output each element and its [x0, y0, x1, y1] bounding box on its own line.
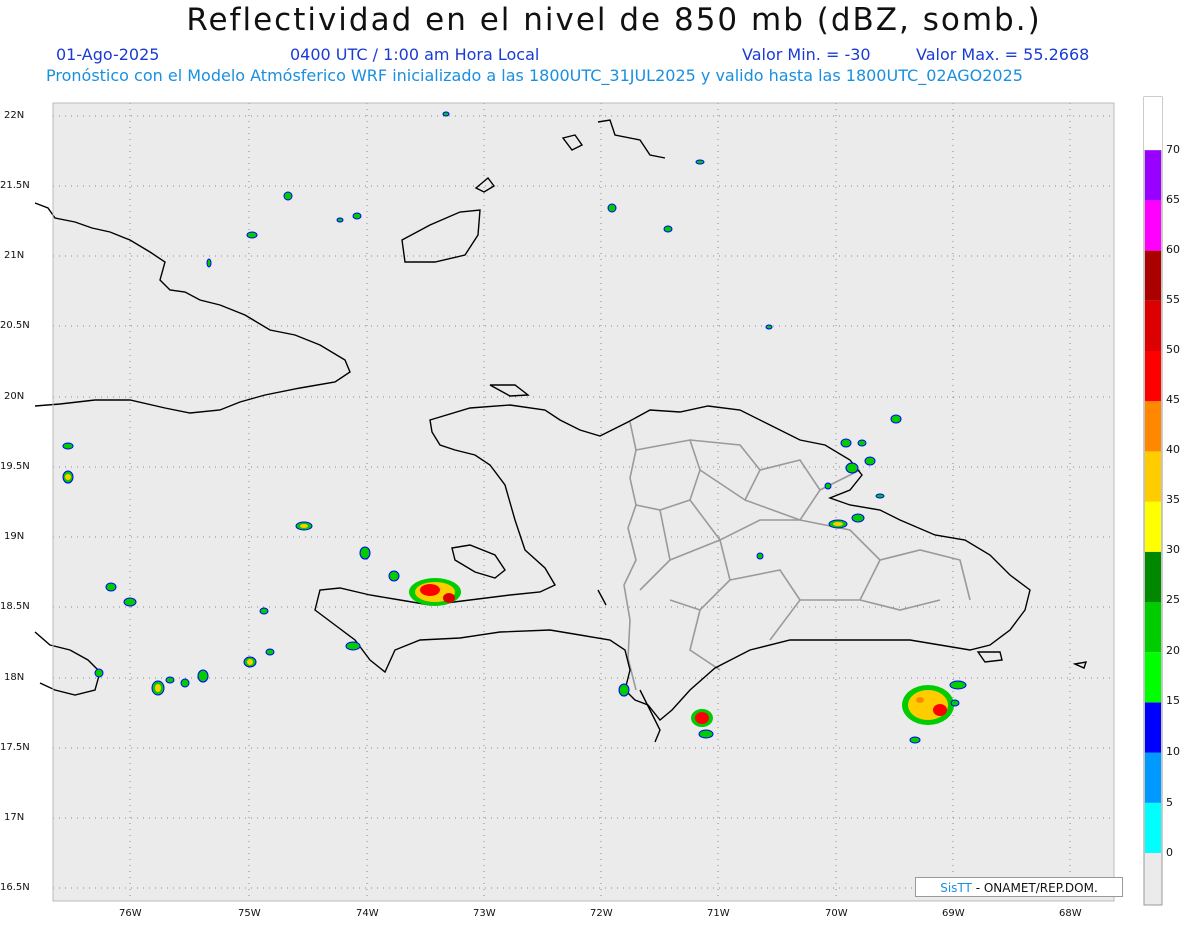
- lat-label: 19N: [4, 531, 25, 542]
- credit-text: - ONAMET/REP.DOM.: [975, 881, 1098, 895]
- colorbar-segment: [1145, 200, 1161, 251]
- colorbar-segment: [1145, 451, 1161, 502]
- map-canvas: [34, 96, 1163, 906]
- colorbar-label: 45: [1166, 393, 1180, 406]
- lat-label: 20N: [4, 391, 25, 402]
- map-area: [53, 103, 1114, 901]
- lat-label: 18N: [4, 672, 25, 683]
- colorbar-label: 70: [1166, 143, 1180, 156]
- colorbar-segment: [1145, 652, 1161, 703]
- echo-cell: [902, 685, 954, 725]
- lat-label: 19.5N: [0, 461, 30, 472]
- lon-label: 68W: [1059, 908, 1082, 919]
- lon-label: 70W: [825, 908, 848, 919]
- colorbar-label: 55: [1166, 293, 1180, 306]
- colorbar-segment: [1145, 250, 1161, 301]
- lat-label: 17.5N: [0, 742, 30, 753]
- colorbar-label: 25: [1166, 593, 1180, 606]
- lat-label: 18.5N: [0, 601, 30, 612]
- lon-label: 69W: [942, 908, 965, 919]
- colorbar-segment: [1145, 150, 1161, 201]
- colorbar-segment: [1145, 501, 1161, 552]
- colorbar-label: 50: [1166, 343, 1180, 356]
- lat-label: 17N: [4, 812, 25, 823]
- lat-label: 20.5N: [0, 320, 30, 331]
- colorbar-segment: [1145, 602, 1161, 653]
- colorbar-segment: [1145, 702, 1161, 753]
- credit-box: SisTT - ONAMET/REP.DOM.: [915, 877, 1123, 897]
- lat-label: 16.5N: [0, 882, 30, 893]
- lon-label: 75W: [238, 908, 261, 919]
- colorbar-label: 65: [1166, 193, 1180, 206]
- credit-brand: SisTT: [940, 881, 972, 895]
- colorbar-label: 35: [1166, 493, 1180, 506]
- colorbar-segment: [1145, 300, 1161, 351]
- lon-label: 73W: [473, 908, 496, 919]
- lat-label: 21N: [4, 250, 25, 261]
- colorbar-label: 5: [1166, 796, 1173, 809]
- colorbar-segment: [1145, 752, 1161, 803]
- colorbar-segment: [1145, 401, 1161, 452]
- colorbar: [1143, 96, 1163, 906]
- lat-label: 21.5N: [0, 180, 30, 191]
- echo-cell: [691, 709, 713, 727]
- colorbar-label: 15: [1166, 694, 1180, 707]
- colorbar-label: 10: [1166, 745, 1180, 758]
- colorbar-segment: [1145, 802, 1161, 853]
- colorbar-label: 30: [1166, 543, 1180, 556]
- echo-cell: [409, 578, 461, 606]
- lon-label: 74W: [356, 908, 379, 919]
- lon-label: 72W: [590, 908, 613, 919]
- colorbar-label: 0: [1166, 846, 1173, 859]
- colorbar-top: [1144, 97, 1162, 150]
- colorbar-label: 60: [1166, 243, 1180, 256]
- colorbar-segment: [1145, 351, 1161, 402]
- lon-label: 71W: [707, 908, 730, 919]
- colorbar-segment: [1145, 551, 1161, 602]
- lon-label: 76W: [119, 908, 142, 919]
- lat-label: 22N: [4, 110, 25, 121]
- colorbar-label: 20: [1166, 644, 1180, 657]
- colorbar-label: 40: [1166, 443, 1180, 456]
